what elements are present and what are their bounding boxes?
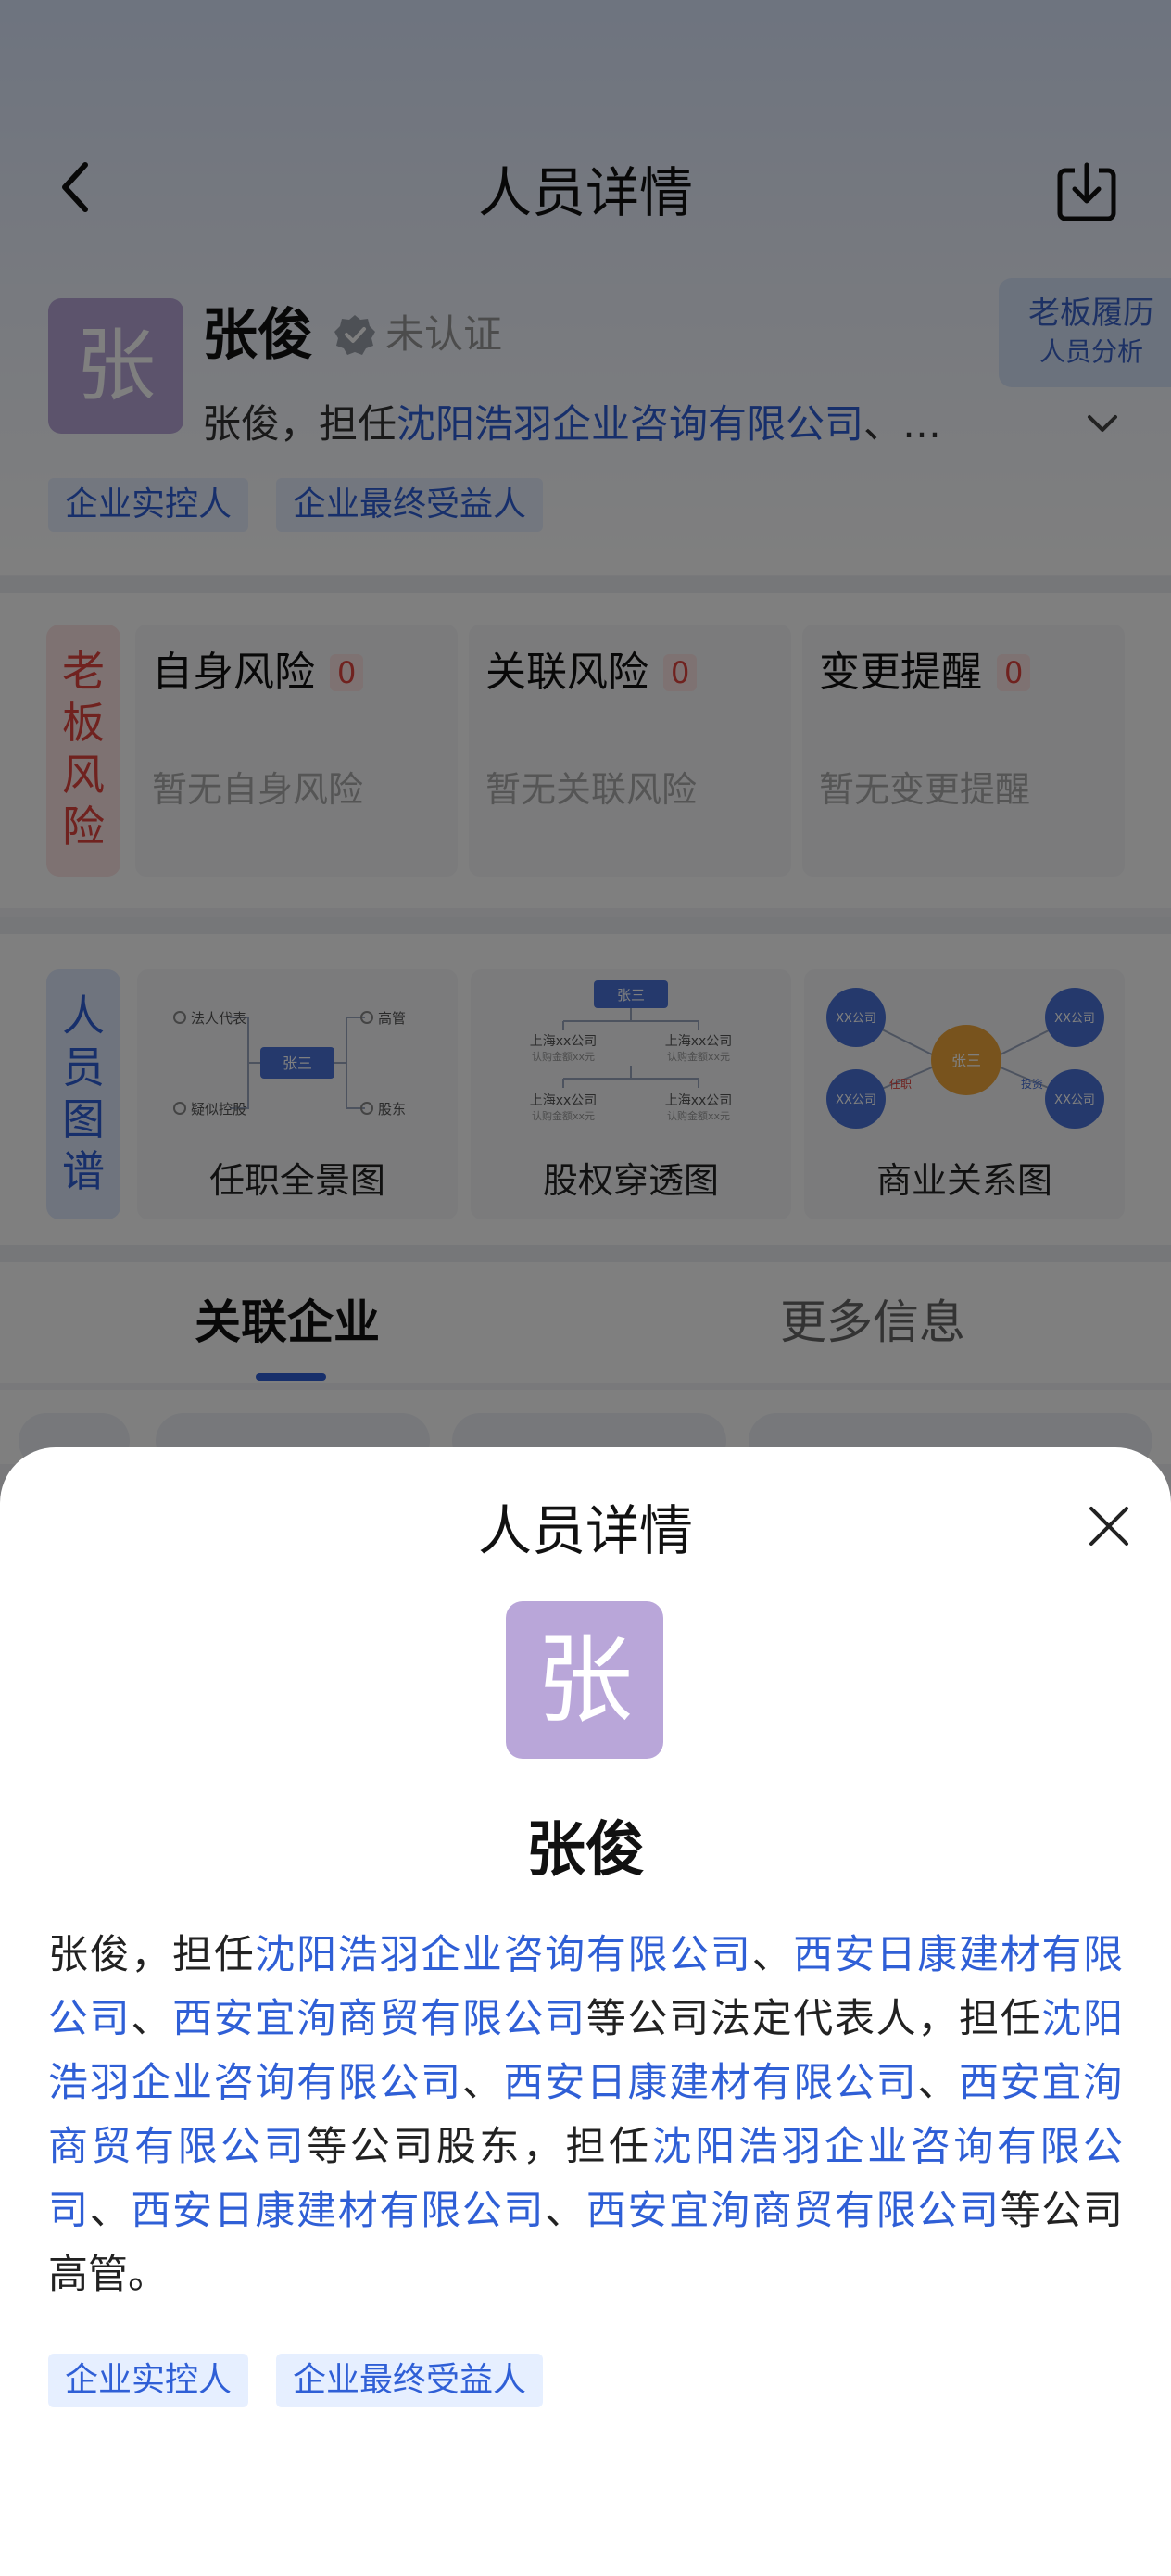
- company-link[interactable]: 西安日康建材有限公司: [131, 2188, 545, 2234]
- description-text: 等公司股东，担任: [307, 2124, 652, 2170]
- description-text: 、: [751, 1932, 794, 1978]
- description-text: 、: [461, 2060, 504, 2106]
- company-link[interactable]: 西安宜洵商贸有限公司: [586, 2188, 1001, 2234]
- description-text: 、: [917, 2060, 959, 2106]
- sheet-tag-beneficiary: 企业最终受益人: [276, 2354, 544, 2407]
- description-text: 等公司法定代表人，担任: [586, 1996, 1042, 2042]
- description-text: 、: [545, 2188, 586, 2234]
- person-description: 张俊，担任沈阳浩羽企业咨询有限公司、西安日康建材有限公司、西安宜洵商贸有限公司等…: [48, 1924, 1123, 2307]
- description-text: 、: [131, 1996, 173, 2042]
- description-text: 、: [89, 2188, 132, 2234]
- sheet-title: 人员详情: [477, 1499, 693, 1562]
- close-button[interactable]: [1086, 1503, 1132, 1549]
- person-detail-sheet: 人员详情 张 张俊 张俊，担任沈阳浩羽企业咨询有限公司、西安日康建材有限公司、西…: [0, 1447, 1171, 2576]
- description-text: 张俊，担任: [48, 1932, 256, 1978]
- company-link[interactable]: 西安宜洵商贸有限公司: [172, 1996, 586, 2042]
- company-link[interactable]: 西安日康建材有限公司: [504, 2060, 918, 2106]
- sheet-person-name: 张俊: [526, 1816, 645, 1885]
- sheet-avatar: 张: [506, 1601, 663, 1759]
- company-link[interactable]: 沈阳浩羽企业咨询有限公司: [255, 1932, 751, 1978]
- sheet-tag-controller: 企业实控人: [48, 2354, 249, 2407]
- close-icon: [1089, 1507, 1128, 1546]
